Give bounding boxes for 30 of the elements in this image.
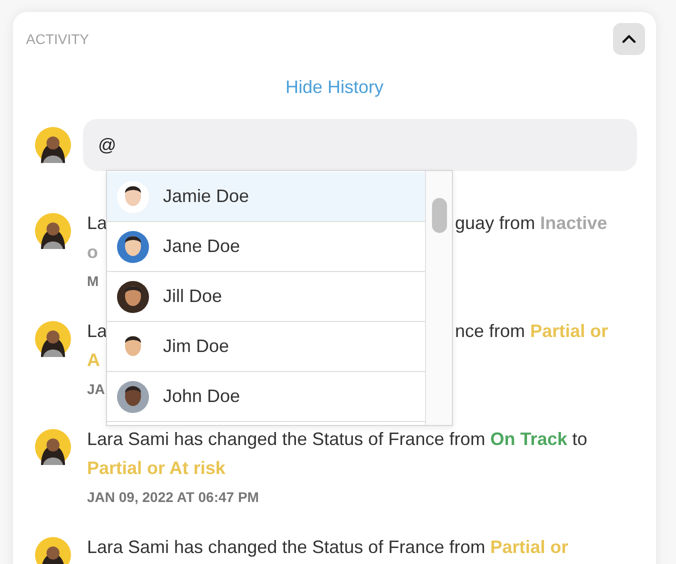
timestamp: M xyxy=(87,272,99,291)
collapse-button[interactable] xyxy=(613,23,645,55)
activity-text: nce from Partial or xyxy=(455,320,608,343)
user-avatar xyxy=(35,321,71,357)
scrollbar-thumb[interactable] xyxy=(432,198,446,233)
status-text: A xyxy=(87,349,100,372)
user-avatar xyxy=(35,537,71,564)
timestamp: JA xyxy=(87,380,105,399)
mention-option[interactable]: Jamie Doe xyxy=(107,172,425,222)
activity-text: guay from Inactive xyxy=(455,212,608,235)
avatar xyxy=(117,280,149,312)
timestamp: JAN 09, 2022 AT 06:47 PM xyxy=(87,488,259,507)
mention-option[interactable]: Jane Doe xyxy=(107,222,425,272)
activity-text: Lara Sami has changed the Status of France from Partial or xyxy=(87,536,568,559)
avatar xyxy=(117,180,149,212)
activity-text: La xyxy=(87,212,108,235)
avatar xyxy=(117,230,149,262)
avatar xyxy=(117,380,149,412)
user-avatar xyxy=(35,429,71,465)
activity-text: Lara Sami has changed the Status of France from On Track to Partial or At risk xyxy=(87,428,588,480)
section-title: ACTIVITY xyxy=(26,30,90,48)
activity-text: La xyxy=(87,320,108,343)
user-avatar xyxy=(35,213,71,249)
status-text: o xyxy=(87,241,98,264)
mention-option[interactable]: Jill Doe xyxy=(107,272,425,322)
mention-option[interactable]: John Doe xyxy=(107,372,425,422)
user-avatar xyxy=(35,127,71,163)
comment-field[interactable]: @ xyxy=(83,119,637,171)
scrollbar[interactable] xyxy=(425,171,452,425)
mention-option[interactable]: Jim Doe xyxy=(107,322,425,372)
